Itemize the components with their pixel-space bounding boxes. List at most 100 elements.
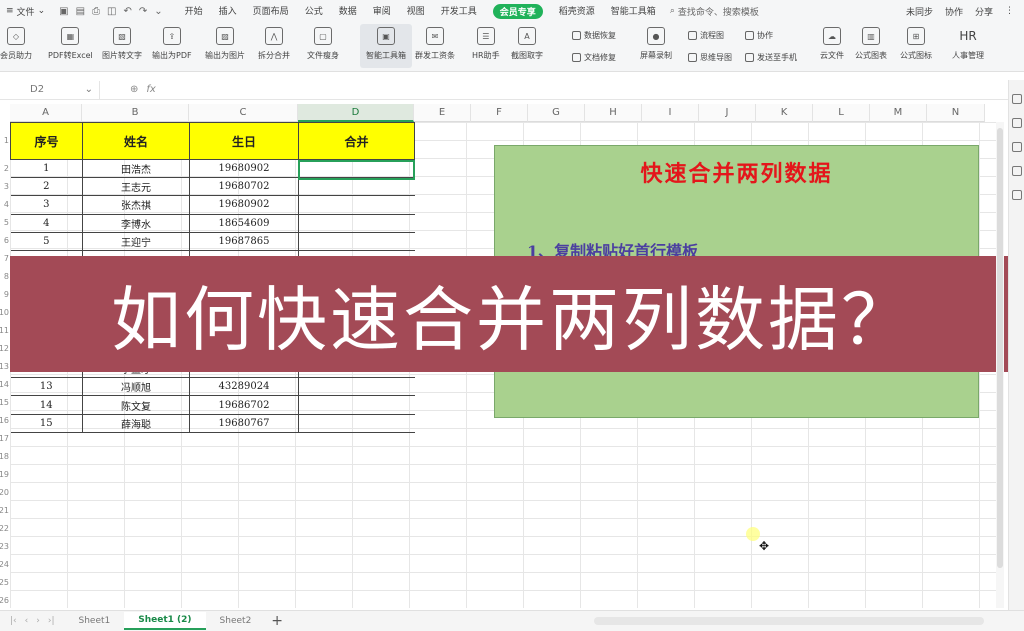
- cell-name[interactable]: 王志元: [82, 177, 190, 197]
- last-sheet-icon[interactable]: ›|: [48, 616, 55, 626]
- member-boost-button[interactable]: ◇ 会员助力: [0, 24, 32, 68]
- tab-docer[interactable]: 稻壳资源: [559, 4, 595, 19]
- share-button[interactable]: 分享: [975, 5, 993, 18]
- cell-index[interactable]: 13: [10, 377, 83, 397]
- screen-record-button[interactable]: ● 屏幕录制: [640, 24, 672, 68]
- tab-member[interactable]: 会员专享: [492, 3, 543, 19]
- tab-page-layout[interactable]: 页面布局: [253, 4, 289, 19]
- tab-developer[interactable]: 开发工具: [441, 4, 477, 19]
- row-header[interactable]: 3: [0, 177, 10, 195]
- cell-merge[interactable]: [298, 414, 415, 433]
- column-header[interactable]: L: [813, 104, 870, 122]
- row-header[interactable]: 23: [0, 537, 10, 555]
- header-cell-name[interactable]: 姓名: [82, 122, 190, 160]
- row-header[interactable]: 25: [0, 573, 10, 591]
- chevron-down-icon[interactable]: ⌄: [154, 6, 162, 17]
- row-header[interactable]: 26: [0, 591, 10, 609]
- tab-review[interactable]: 审阅: [373, 4, 391, 19]
- row-header[interactable]: 24: [0, 555, 10, 573]
- row-header[interactable]: 20: [0, 483, 10, 501]
- cell-merge[interactable]: [298, 377, 415, 397]
- column-header[interactable]: E: [414, 104, 471, 122]
- row-header[interactable]: 18: [0, 447, 10, 465]
- cell-merge[interactable]: [298, 232, 415, 251]
- cell-index[interactable]: 1: [10, 159, 83, 179]
- collaborate-button[interactable]: 协作: [945, 5, 963, 18]
- more-icon[interactable]: ⋮: [1005, 6, 1014, 16]
- row-header[interactable]: 4: [0, 195, 10, 213]
- preview-icon[interactable]: ◫: [107, 6, 116, 17]
- sheet-tab[interactable]: Sheet2: [206, 613, 266, 629]
- column-header[interactable]: N: [927, 104, 985, 122]
- column-header-selected[interactable]: D: [298, 104, 414, 122]
- row-header[interactable]: 17: [0, 429, 10, 447]
- cell-birthday[interactable]: 18654609: [189, 214, 299, 233]
- flowchart-button[interactable]: 流程图: [688, 30, 724, 41]
- cell-index[interactable]: 15: [10, 414, 83, 433]
- column-header[interactable]: M: [870, 104, 927, 122]
- column-header[interactable]: H: [585, 104, 642, 122]
- header-cell-index[interactable]: 序号: [10, 122, 83, 160]
- print-icon[interactable]: ⎙: [92, 6, 100, 17]
- row-header[interactable]: 11: [0, 321, 10, 339]
- cell-index[interactable]: 4: [10, 214, 83, 233]
- row-header[interactable]: 21: [0, 501, 10, 519]
- cell-name[interactable]: 王迎宁: [82, 232, 190, 251]
- column-header[interactable]: I: [642, 104, 699, 122]
- cell-name[interactable]: 田浩杰: [82, 159, 190, 179]
- cell-name[interactable]: 张杰祺: [82, 195, 190, 215]
- tab-home[interactable]: 开始: [185, 4, 203, 19]
- first-sheet-icon[interactable]: |‹: [10, 616, 17, 626]
- image-to-text-button[interactable]: ▧ 图片转文字: [102, 24, 142, 68]
- row-header[interactable]: 5: [0, 213, 10, 231]
- formula-input[interactable]: ⊕ fx: [130, 84, 156, 95]
- row-header[interactable]: 7: [0, 249, 10, 267]
- add-sheet-button[interactable]: +: [265, 613, 289, 629]
- cell-name[interactable]: 薛海聪: [82, 414, 190, 433]
- send-to-phone-button[interactable]: 发送至手机: [745, 52, 797, 63]
- mindmap-button[interactable]: 思维导图: [688, 52, 732, 63]
- pdf-to-excel-button[interactable]: ▦ PDF转Excel: [48, 24, 93, 68]
- column-header[interactable]: B: [82, 104, 189, 122]
- side-tool-icon[interactable]: [1011, 94, 1022, 104]
- name-box[interactable]: D2 ⌄: [0, 80, 100, 99]
- cell-name[interactable]: 冯顺旭: [82, 377, 190, 397]
- doc-repair-button[interactable]: 文档修复: [572, 52, 616, 63]
- sync-status[interactable]: 未同步: [906, 5, 933, 18]
- side-tool-icon[interactable]: [1011, 166, 1022, 176]
- cell-merge[interactable]: [298, 214, 415, 233]
- tab-view[interactable]: 视图: [407, 4, 425, 19]
- cell-index[interactable]: 5: [10, 232, 83, 251]
- open-icon[interactable]: ▤: [76, 6, 85, 17]
- row-header[interactable]: 6: [0, 231, 10, 249]
- hr-assistant-button[interactable]: ☰ HR助手: [472, 24, 500, 68]
- cell-birthday[interactable]: 19680767: [189, 414, 299, 433]
- side-tool-icon[interactable]: [1011, 190, 1022, 200]
- file-slim-button[interactable]: ▢ 文件瘦身: [307, 24, 339, 68]
- row-header[interactable]: 1: [0, 122, 10, 159]
- cell-birthday[interactable]: 19687865: [189, 232, 299, 251]
- formula-icon-button[interactable]: ⊞ 公式图标: [900, 24, 932, 68]
- command-search[interactable]: ⌕ 查找命令、搜索模板: [670, 5, 759, 18]
- prev-sheet-icon[interactable]: ‹: [25, 616, 29, 626]
- row-header[interactable]: 14: [0, 375, 10, 393]
- header-cell-merge[interactable]: 合并: [298, 122, 415, 160]
- cell-index[interactable]: 14: [10, 395, 83, 415]
- smart-toolbox-button[interactable]: ▣ 智能工具箱: [360, 24, 412, 68]
- active-cell-selection[interactable]: [298, 160, 415, 180]
- row-header[interactable]: 9: [0, 285, 10, 303]
- cell-merge[interactable]: [298, 177, 415, 197]
- sheet-tab[interactable]: Sheet1: [65, 613, 125, 629]
- row-header[interactable]: 10: [0, 303, 10, 321]
- cell-birthday[interactable]: 19680902: [189, 195, 299, 215]
- side-tool-icon[interactable]: [1011, 142, 1022, 152]
- save-icon[interactable]: ▣: [59, 6, 68, 17]
- cell-birthday[interactable]: 19680702: [189, 177, 299, 197]
- cell-birthday[interactable]: 19680902: [189, 159, 299, 179]
- cell-birthday[interactable]: 43289024: [189, 377, 299, 397]
- scroll-thumb[interactable]: [997, 128, 1003, 568]
- tab-data[interactable]: 数据: [339, 4, 357, 19]
- cell-index[interactable]: 2: [10, 177, 83, 197]
- row-header[interactable]: 2: [0, 159, 10, 177]
- redo-icon[interactable]: ↷: [139, 6, 147, 17]
